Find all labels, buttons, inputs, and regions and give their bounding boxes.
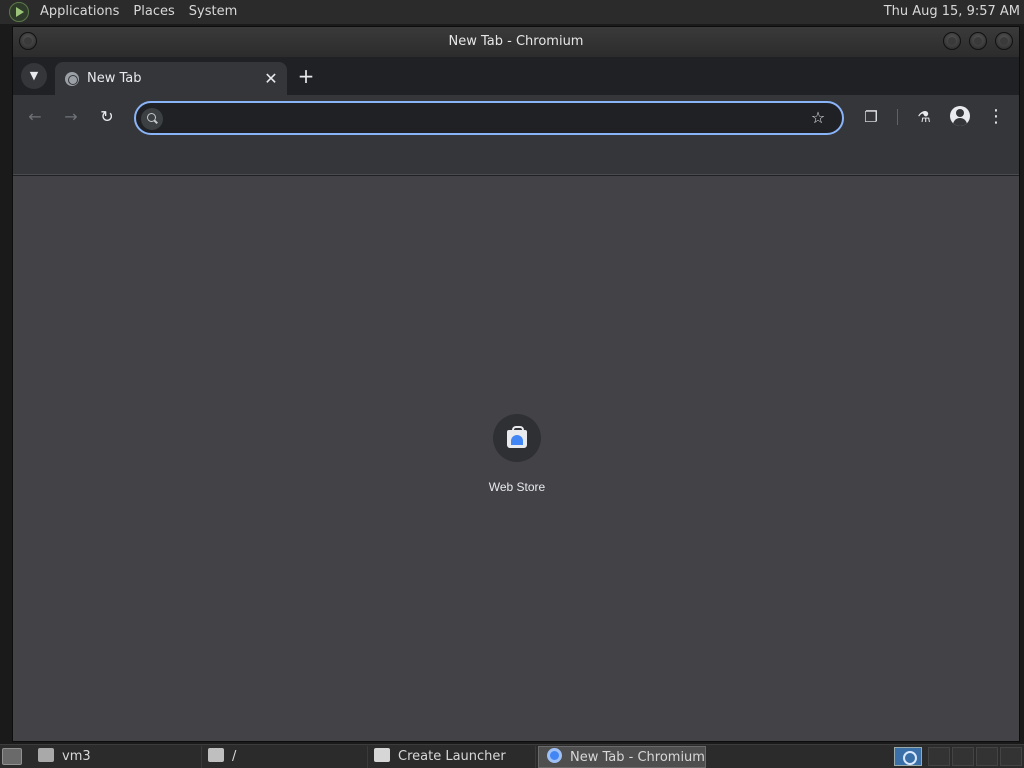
toolbar-divider [897,109,898,125]
new-tab-button[interactable]: + [295,65,317,87]
task-label: vm3 [62,749,91,764]
workspace-3[interactable] [976,747,998,766]
shortcut-tile[interactable] [493,414,541,462]
task-chromium[interactable]: New Tab - Chromium [538,746,706,768]
extensions-puzzle-icon[interactable]: ❐ [859,105,883,129]
tab-close-icon[interactable]: ✕ [261,69,281,89]
workspace-1[interactable] [928,747,950,766]
menu-applications[interactable]: Applications [33,0,126,24]
home-folder-icon [38,748,54,762]
tab-strip: ▼ New Tab ✕ + [13,57,1019,95]
show-desktop-icon[interactable] [2,748,22,765]
close-window-button[interactable] [995,32,1013,50]
search-icon [141,108,163,130]
profile-avatar-icon[interactable] [950,106,970,126]
shortcut-web-store[interactable]: Web Store [467,414,567,494]
tab-new-tab[interactable]: New Tab ✕ [55,62,287,95]
tray-chromium-icon[interactable] [894,747,922,766]
web-store-icon [507,426,527,448]
distro-logo-icon[interactable] [9,2,29,22]
task-label: Create Launcher [398,749,506,764]
task-label: New Tab - Chromium [570,750,705,765]
menu-places[interactable]: Places [126,0,181,24]
omnibox[interactable]: ☆ [134,101,844,135]
workspace-2[interactable] [952,747,974,766]
menu-system[interactable]: System [182,0,244,24]
new-tab-page: Web Store [13,176,1019,741]
tab-search-button[interactable]: ▼ [21,63,47,89]
bottom-taskbar: vm3 / Create Launcher New Tab - Chromium [0,744,1024,768]
workspace-4[interactable] [1000,747,1022,766]
browser-window: New Tab - Chromium ▼ New Tab ✕ + ← → ↻ ☆… [12,26,1020,742]
address-input[interactable] [170,105,800,131]
kebab-menu-icon[interactable]: ⋮ [984,105,1008,129]
shortcut-label: Web Store [488,480,546,494]
minimize-button[interactable] [943,32,961,50]
folder-icon [208,748,224,762]
task-root-folder[interactable]: / [200,746,368,768]
top-panel: Applications Places System Thu Aug 15, 9… [0,0,1024,24]
forward-button[interactable]: → [59,105,83,129]
task-label: / [232,749,237,764]
window-title: New Tab - Chromium [448,34,584,49]
back-button[interactable]: ← [23,105,47,129]
launcher-icon [374,748,390,762]
browser-toolbar: ← → ↻ ☆ ❐ ⚗ ⋮ [13,95,1019,139]
task-create-launcher[interactable]: Create Launcher [366,746,536,768]
chromium-icon [547,748,562,763]
task-vm3[interactable]: vm3 [30,746,202,768]
bookmark-star-icon[interactable]: ☆ [808,108,828,128]
panel-clock[interactable]: Thu Aug 15, 9:57 AM [884,0,1020,24]
labs-flask-icon[interactable]: ⚗ [912,105,936,129]
window-titlebar[interactable]: New Tab - Chromium [13,27,1019,57]
tab-title: New Tab [87,71,142,86]
maximize-button[interactable] [969,32,987,50]
bookmarks-bar [13,139,1019,175]
globe-icon [65,72,79,86]
reload-button[interactable]: ↻ [95,105,119,129]
